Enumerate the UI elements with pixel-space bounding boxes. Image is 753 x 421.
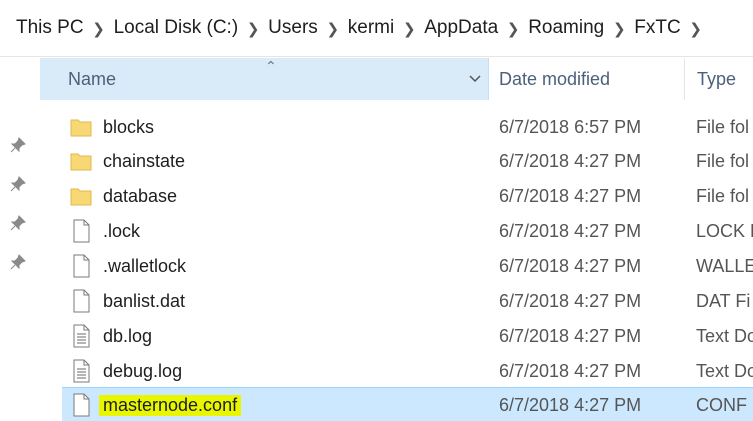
file-explorer-window: This PC ❯ Local Disk (C:) ❯ Users ❯ kerm… [0,0,753,421]
breadcrumb-item-users[interactable]: Users [266,17,320,39]
file-name: db.log [103,326,153,346]
file-name: debug.log [103,361,183,381]
column-header-date-label: Date modified [499,69,611,89]
file-date: 6/7/2018 6:57 PM [499,117,642,137]
file-date: 6/7/2018 4:27 PM [499,361,642,381]
file-date: 6/7/2018 4:27 PM [499,256,642,276]
file-type: File fol [696,117,750,137]
column-header-type[interactable]: Type [685,58,753,100]
column-header-name-label: Name [68,69,117,89]
folder-icon [70,184,92,208]
file-type: WALLE [696,256,753,276]
blank-file-icon [70,289,92,313]
chevron-right-icon[interactable]: ❯ [500,20,526,38]
list-item[interactable]: .lock 6/7/2018 4:27 PM LOCK F [62,214,753,248]
column-header: ⌃ Name Date modified Type [40,58,753,100]
list-item[interactable]: blocks 6/7/2018 6:57 PM File fol [62,110,753,144]
file-type: LOCK F [696,221,753,241]
text-file-icon [70,324,92,348]
list-item[interactable]: db.log 6/7/2018 4:27 PM Text Do [62,319,753,353]
pin-icon[interactable] [8,213,28,233]
breadcrumb-item-this-pc[interactable]: This PC [14,17,86,39]
chevron-down-icon[interactable] [466,71,484,87]
file-date: 6/7/2018 4:27 PM [499,221,642,241]
pin-icon[interactable] [8,174,28,194]
file-date: 6/7/2018 4:27 PM [499,186,642,206]
file-name: .walletlock [103,256,187,276]
conf-file-icon [70,393,92,417]
chevron-right-icon[interactable]: ❯ [606,20,632,38]
file-type: File fol [696,151,750,171]
chevron-right-icon[interactable]: ❯ [240,20,266,38]
blank-file-icon [70,254,92,278]
file-name: chainstate [103,151,186,171]
file-date: 6/7/2018 4:27 PM [499,326,642,346]
breadcrumb-item-appdata[interactable]: AppData [422,17,500,39]
folder-icon [70,149,92,173]
file-date: 6/7/2018 4:27 PM [499,291,642,311]
file-date: 6/7/2018 4:27 PM [499,151,642,171]
file-name: masternode.conf [99,395,242,416]
chevron-right-icon[interactable]: ❯ [396,20,422,38]
list-item[interactable]: debug.log 6/7/2018 4:27 PM Text Do [62,354,753,388]
file-name: blocks [103,117,155,137]
list-item[interactable]: .walletlock 6/7/2018 4:27 PM WALLE [62,249,753,283]
file-type: Text Do [696,326,753,346]
list-item-selected[interactable]: masternode.conf 6/7/2018 4:27 PM CONF [62,387,753,421]
file-type: File fol [696,186,750,206]
breadcrumb: This PC ❯ Local Disk (C:) ❯ Users ❯ kerm… [0,17,709,39]
column-header-name[interactable]: ⌃ Name [40,58,489,100]
breadcrumb-item-kermi[interactable]: kermi [346,17,396,39]
pin-icon[interactable] [8,252,28,272]
file-type: Text Do [696,361,753,381]
column-header-type-label: Type [697,69,737,89]
file-name: banlist.dat [103,291,186,311]
file-name: .lock [103,221,141,241]
column-header-date-modified[interactable]: Date modified [488,58,685,100]
breadcrumb-item-roaming[interactable]: Roaming [526,17,606,39]
chevron-right-icon[interactable]: ❯ [683,20,709,38]
list-item[interactable]: chainstate 6/7/2018 4:27 PM File fol [62,144,753,178]
chevron-right-icon[interactable]: ❯ [320,20,346,38]
file-type: DAT Fi [696,291,751,311]
chevron-right-icon[interactable]: ❯ [86,20,112,38]
pin-icon[interactable] [8,135,28,155]
list-item[interactable]: database 6/7/2018 4:27 PM File fol [62,179,753,213]
file-date: 6/7/2018 4:27 PM [499,395,642,415]
file-name: database [103,186,178,206]
breadcrumb-item-fxtc[interactable]: FxTC [632,17,682,39]
file-type: CONF [696,395,747,415]
breadcrumb-item-local-disk[interactable]: Local Disk (C:) [112,17,241,39]
folder-icon [70,115,92,139]
blank-file-icon [70,219,92,243]
list-item[interactable]: banlist.dat 6/7/2018 4:27 PM DAT Fi [62,284,753,318]
address-bar[interactable]: This PC ❯ Local Disk (C:) ❯ Users ❯ kerm… [0,0,753,57]
sort-ascending-icon: ⌃ [265,58,277,74]
text-file-icon [70,359,92,383]
